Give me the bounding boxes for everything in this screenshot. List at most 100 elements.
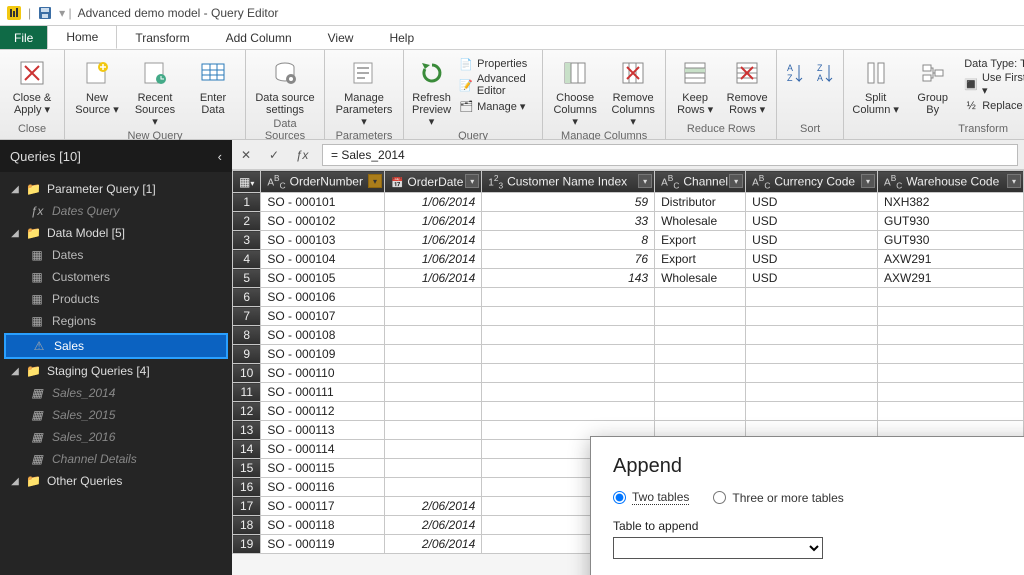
menu-file[interactable]: File [0, 26, 47, 49]
table-row[interactable]: 8SO - 000108 [233, 326, 1024, 345]
cell[interactable] [482, 345, 655, 364]
radio-three-or-more[interactable]: Three or more tables [713, 490, 843, 505]
cell[interactable]: Export [655, 231, 746, 250]
column-filter-icon[interactable]: ▾ [368, 174, 382, 188]
column-filter-icon[interactable]: ▾ [861, 174, 875, 188]
cell[interactable] [384, 326, 481, 345]
table-row[interactable]: 9SO - 000109 [233, 345, 1024, 364]
column-header[interactable]: ABCCurrency Code▾ [746, 171, 878, 193]
cell[interactable] [655, 288, 746, 307]
cell[interactable]: SO - 000118 [261, 516, 385, 535]
row-number[interactable]: 4 [233, 250, 261, 269]
chevron-left-icon[interactable]: ‹ [218, 149, 222, 164]
column-header[interactable]: ABCChannel▾ [655, 171, 746, 193]
cell[interactable] [384, 383, 481, 402]
column-filter-icon[interactable]: ▾ [1007, 174, 1021, 188]
cell[interactable] [482, 307, 655, 326]
cell[interactable] [384, 402, 481, 421]
cell[interactable] [746, 307, 878, 326]
cell[interactable] [384, 459, 481, 478]
cell[interactable]: 2/06/2014 [384, 516, 481, 535]
row-number[interactable]: 11 [233, 383, 261, 402]
column-header[interactable]: 📅OrderDate▾ [384, 171, 481, 193]
cell[interactable]: SO - 000115 [261, 459, 385, 478]
table-row[interactable]: 1SO - 0001011/06/201459DistributorUSDNXH… [233, 193, 1024, 212]
cell[interactable]: 1/06/2014 [384, 250, 481, 269]
cell[interactable]: SO - 000117 [261, 497, 385, 516]
cell[interactable] [878, 383, 1024, 402]
cell[interactable]: 143 [482, 269, 655, 288]
cell[interactable]: SO - 000102 [261, 212, 385, 231]
cell[interactable]: 2/06/2014 [384, 497, 481, 516]
sidebar-item[interactable]: ▦Customers [0, 266, 232, 288]
table-row[interactable]: 6SO - 000106 [233, 288, 1024, 307]
menu-add-column[interactable]: Add Column [208, 26, 310, 49]
radio-two-tables[interactable]: Two tables [613, 490, 689, 505]
row-number[interactable]: 13 [233, 421, 261, 440]
row-number[interactable]: 14 [233, 440, 261, 459]
cell[interactable] [655, 326, 746, 345]
cell[interactable] [878, 402, 1024, 421]
group-by-button[interactable]: Group By [907, 55, 958, 118]
row-number[interactable]: 9 [233, 345, 261, 364]
table-corner[interactable]: ▦▾ [233, 171, 261, 193]
table-row[interactable]: 12SO - 000112 [233, 402, 1024, 421]
cell[interactable] [878, 364, 1024, 383]
choose-columns-button[interactable]: Choose Columns ▾ [549, 55, 601, 130]
row-number[interactable]: 19 [233, 535, 261, 554]
cell[interactable] [482, 383, 655, 402]
use-first-row-headers-button[interactable]: 🔳Use First Row as Headers ▾ [964, 72, 1024, 97]
cell[interactable]: 2/06/2014 [384, 535, 481, 554]
sidebar-item[interactable]: ▦Regions [0, 310, 232, 332]
cell[interactable] [655, 383, 746, 402]
row-number[interactable]: 8 [233, 326, 261, 345]
cell[interactable] [878, 288, 1024, 307]
cell[interactable]: 59 [482, 193, 655, 212]
data-type-button[interactable]: Data Type: Text ▾ [964, 57, 1024, 70]
cell[interactable]: Wholesale [655, 212, 746, 231]
cell[interactable]: SO - 000114 [261, 440, 385, 459]
row-number[interactable]: 16 [233, 478, 261, 497]
cell[interactable] [746, 383, 878, 402]
cell[interactable] [878, 326, 1024, 345]
radio-three-or-more-input[interactable] [713, 491, 726, 504]
cell[interactable]: SO - 000101 [261, 193, 385, 212]
column-header[interactable]: 123Customer Name Index▾ [482, 171, 655, 193]
keep-rows-button[interactable]: Keep Rows ▾ [672, 55, 718, 118]
table-row[interactable]: 10SO - 000110 [233, 364, 1024, 383]
cell[interactable]: SO - 000106 [261, 288, 385, 307]
menu-transform[interactable]: Transform [117, 26, 207, 49]
cell[interactable] [482, 288, 655, 307]
recent-sources-button[interactable]: Recent Sources ▾ [129, 55, 181, 130]
cell[interactable]: 1/06/2014 [384, 269, 481, 288]
cell[interactable]: 1/06/2014 [384, 231, 481, 250]
column-filter-icon[interactable]: ▾ [465, 174, 479, 188]
cell[interactable]: GUT930 [878, 231, 1024, 250]
manage-button[interactable]: 🗂Manage ▾ [459, 99, 536, 113]
row-number[interactable]: 5 [233, 269, 261, 288]
row-number[interactable]: 1 [233, 193, 261, 212]
cell[interactable] [655, 402, 746, 421]
cell[interactable] [878, 345, 1024, 364]
cell[interactable]: SO - 000104 [261, 250, 385, 269]
refresh-preview-button[interactable]: Refresh Preview ▾ [410, 55, 453, 130]
cell[interactable]: SO - 000112 [261, 402, 385, 421]
cell[interactable] [384, 364, 481, 383]
remove-columns-button[interactable]: Remove Columns ▾ [607, 55, 659, 130]
cell[interactable]: 1/06/2014 [384, 212, 481, 231]
sidebar-item[interactable]: ▦Channel Details [0, 448, 232, 470]
cell[interactable]: SO - 000107 [261, 307, 385, 326]
cell[interactable]: USD [746, 250, 878, 269]
row-number[interactable]: 18 [233, 516, 261, 535]
sort-asc-button[interactable]: AZ [783, 55, 807, 91]
column-header[interactable]: ABCOrderNumber▾ [261, 171, 385, 193]
menu-view[interactable]: View [310, 26, 372, 49]
cell[interactable] [746, 326, 878, 345]
advanced-editor-button[interactable]: 📝Advanced Editor [459, 73, 536, 97]
cell[interactable] [878, 307, 1024, 326]
cell[interactable]: USD [746, 193, 878, 212]
replace-values-button[interactable]: ½Replace Values [964, 99, 1024, 113]
cell[interactable] [746, 345, 878, 364]
split-column-button[interactable]: Split Column ▾ [850, 55, 901, 118]
cell[interactable]: SO - 000105 [261, 269, 385, 288]
